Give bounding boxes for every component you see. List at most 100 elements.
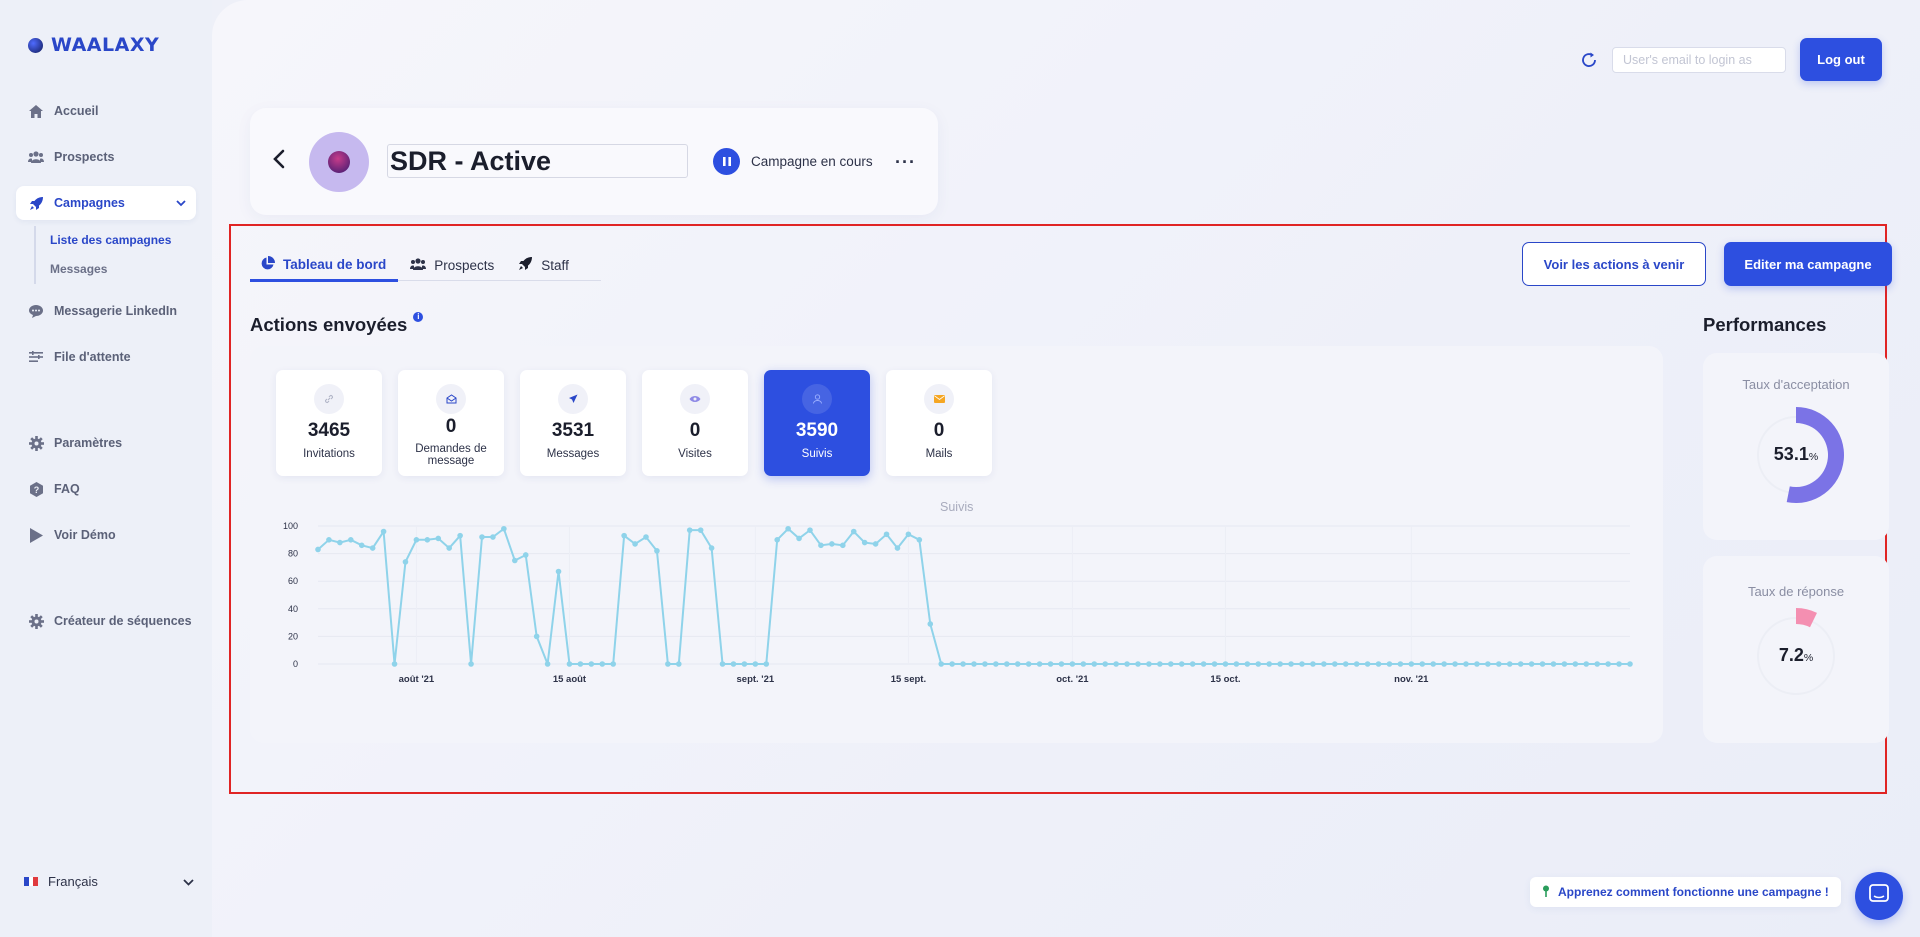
eye-icon bbox=[680, 384, 710, 414]
data-point bbox=[741, 661, 748, 667]
logout-button[interactable]: Log out bbox=[1800, 38, 1882, 81]
subnav-item-campaign-list[interactable]: Liste des campagnes bbox=[50, 226, 196, 255]
data-point bbox=[1244, 661, 1251, 667]
more-options-icon[interactable]: ··· bbox=[895, 152, 916, 173]
data-point bbox=[861, 539, 868, 546]
data-point bbox=[1463, 661, 1469, 667]
data-point bbox=[1332, 661, 1338, 667]
sidebar-nav: Accueil Prospects Campagnes Liste des ca… bbox=[16, 94, 196, 650]
stat-suivis[interactable]: 3590 Suivis bbox=[764, 370, 870, 476]
info-icon[interactable]: i bbox=[413, 312, 424, 322]
stat-value: 0 bbox=[445, 416, 457, 437]
back-arrow-icon[interactable] bbox=[272, 148, 290, 172]
data-point bbox=[599, 661, 606, 667]
waalaxy-logo[interactable]: WAALAXY bbox=[28, 34, 159, 56]
chat-support-button[interactable] bbox=[1855, 872, 1903, 920]
data-point bbox=[1004, 661, 1010, 667]
response-rate-label: Taux de réponse bbox=[1747, 584, 1845, 599]
sidebar-item-faq[interactable]: ? FAQ bbox=[16, 472, 196, 506]
stat-message-requests[interactable]: 0 Demandes de message bbox=[398, 370, 504, 476]
data-point bbox=[1047, 661, 1054, 667]
data-point bbox=[1375, 661, 1382, 667]
data-point bbox=[1496, 661, 1502, 667]
data-point bbox=[1135, 661, 1141, 667]
data-point bbox=[818, 542, 824, 549]
edit-campaign-button[interactable]: Editer ma campagne bbox=[1724, 242, 1892, 286]
data-point bbox=[927, 621, 934, 627]
data-point bbox=[872, 541, 879, 547]
data-point bbox=[1528, 661, 1535, 667]
stat-label: Demandes de message bbox=[415, 443, 487, 467]
data-point bbox=[1386, 661, 1393, 667]
tab-tableau-de-bord[interactable]: Tableau de bord bbox=[250, 250, 399, 282]
data-point bbox=[468, 661, 474, 667]
sidebar-item-messagerie[interactable]: Messagerie LinkedIn bbox=[16, 294, 196, 328]
data-point bbox=[358, 542, 365, 549]
data-point bbox=[1561, 661, 1568, 667]
data-point bbox=[610, 661, 616, 667]
stat-visites[interactable]: 0 Visites bbox=[642, 370, 748, 476]
upcoming-actions-button[interactable]: Voir les actions à venir bbox=[1522, 242, 1706, 286]
x-tick-label: oct. '21 bbox=[1056, 674, 1089, 685]
data-point bbox=[1550, 661, 1557, 667]
data-point bbox=[916, 537, 923, 543]
data-point bbox=[1146, 661, 1152, 667]
tab-label: Tableau de bord bbox=[283, 257, 387, 272]
stat-label: Visites bbox=[678, 448, 712, 460]
sidebar-item-voir-demo[interactable]: Voir Démo bbox=[16, 518, 196, 552]
data-point bbox=[905, 531, 912, 538]
help-text: Apprenez comment fonctionne une campagne… bbox=[1558, 885, 1829, 899]
stat-mails[interactable]: 0 Mails bbox=[886, 370, 992, 476]
campaign-dashboard-panel: Tableau de bord Prospects Staff Voir les… bbox=[229, 224, 1892, 794]
data-point bbox=[708, 545, 715, 551]
chevron-down-icon[interactable] bbox=[176, 196, 186, 210]
response-rate-card: Taux de réponse 7.2% bbox=[1703, 556, 1889, 743]
data-point bbox=[807, 527, 813, 533]
sidebar-item-parametres[interactable]: Paramètres bbox=[16, 426, 196, 460]
data-point bbox=[1069, 661, 1076, 667]
users-icon bbox=[28, 149, 44, 165]
data-point bbox=[1397, 661, 1404, 667]
data-point bbox=[785, 525, 791, 532]
tab-prospects[interactable]: Prospects bbox=[398, 250, 506, 280]
pause-icon[interactable] bbox=[713, 148, 740, 175]
acceptance-rate-card: Taux d'acceptation 53.1% bbox=[1703, 353, 1889, 540]
data-point bbox=[949, 661, 955, 667]
data-point bbox=[1014, 661, 1021, 667]
sidebar-item-label: Prospects bbox=[54, 150, 115, 164]
chat-icon bbox=[1868, 883, 1890, 910]
pin-icon bbox=[1542, 885, 1550, 900]
data-point bbox=[457, 532, 463, 539]
sidebar-item-label: Paramètres bbox=[54, 436, 123, 450]
tab-staff[interactable]: Staff bbox=[506, 250, 581, 280]
y-tick-label: 40 bbox=[288, 604, 298, 614]
data-point bbox=[380, 528, 387, 535]
data-point bbox=[588, 661, 595, 667]
data-point bbox=[337, 539, 343, 546]
stat-invitations[interactable]: 3465 Invitations bbox=[276, 370, 382, 476]
data-point bbox=[796, 535, 802, 542]
sidebar-item-accueil[interactable]: Accueil bbox=[16, 94, 196, 128]
data-point bbox=[1233, 661, 1240, 667]
campaign-name-field[interactable]: SDR - Active bbox=[387, 144, 688, 178]
refresh-icon[interactable] bbox=[1580, 51, 1598, 69]
login-as-email-input[interactable] bbox=[1612, 46, 1786, 73]
envelope-icon bbox=[924, 384, 954, 414]
data-point bbox=[1583, 661, 1590, 667]
data-point bbox=[982, 661, 988, 667]
sidebar-item-createur-sequences[interactable]: Créateur de séquences bbox=[16, 604, 196, 638]
rocket-icon bbox=[518, 256, 533, 274]
users-icon bbox=[410, 257, 427, 273]
stat-value: 0 bbox=[933, 420, 945, 441]
sidebar-item-label: Créateur de séquences bbox=[54, 614, 192, 628]
stat-value: 3465 bbox=[307, 420, 351, 441]
help-campaign-link[interactable]: Apprenez comment fonctionne une campagne… bbox=[1530, 877, 1841, 907]
subnav-item-messages[interactable]: Messages bbox=[50, 255, 196, 284]
stat-value: 3590 bbox=[795, 420, 839, 441]
sidebar-item-campagnes[interactable]: Campagnes bbox=[16, 186, 196, 220]
stat-messages[interactable]: 3531 Messages bbox=[520, 370, 626, 476]
sidebar-item-prospects[interactable]: Prospects bbox=[16, 140, 196, 174]
data-point bbox=[555, 568, 562, 575]
sidebar-item-file-attente[interactable]: File d'attente bbox=[16, 340, 196, 374]
language-selector[interactable]: Français bbox=[24, 874, 194, 889]
